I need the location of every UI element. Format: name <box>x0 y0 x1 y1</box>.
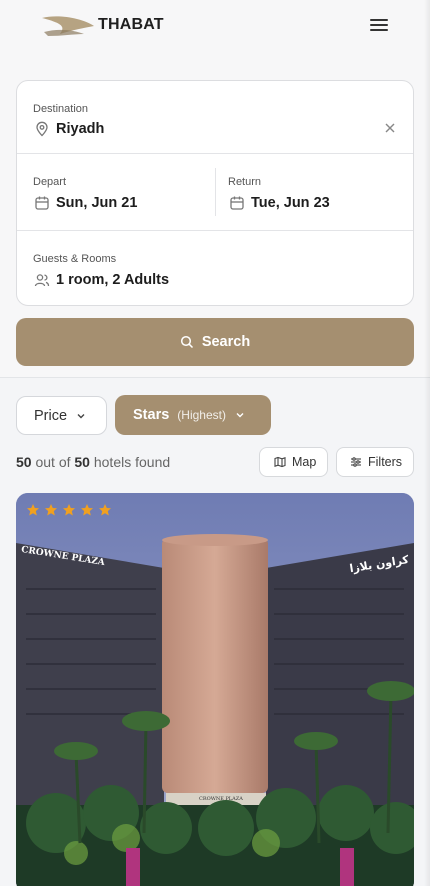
sort-stars-order: (Highest) <box>177 408 226 422</box>
hotel-entrance-sign: CROWNE PLAZA <box>199 796 243 802</box>
destination-label: Destination <box>33 103 89 115</box>
filters-button[interactable]: Filters <box>336 447 414 477</box>
menu-icon[interactable] <box>368 16 390 34</box>
results-out-of: out of <box>35 454 71 470</box>
filters-icon <box>351 457 361 467</box>
users-icon <box>34 274 50 287</box>
guests-field[interactable]: Guests & Rooms 1 room, 2 Adults <box>17 231 413 305</box>
results-suffix: hotels found <box>93 454 171 470</box>
star-icon <box>45 504 57 516</box>
search-form: Destination Riyadh Depart Sun, Jun 21 Re… <box>16 80 414 306</box>
brand-logo[interactable]: THABAT <box>40 12 164 38</box>
hotel-photo <box>16 493 414 886</box>
dates-row: Depart Sun, Jun 21 Return Tue, Jun 23 <box>17 154 413 231</box>
results-shown: 50 <box>16 454 32 470</box>
brand-name: THABAT <box>98 16 164 33</box>
map-button[interactable]: Map <box>259 447 328 477</box>
map-pin-icon <box>36 121 48 137</box>
map-icon <box>274 456 286 468</box>
brand-mark-icon <box>42 16 94 36</box>
guests-label: Guests & Rooms <box>33 253 117 265</box>
results-total: 50 <box>74 454 90 470</box>
guests-value: 1 room, 2 Adults <box>56 272 170 288</box>
return-label: Return <box>228 176 262 188</box>
guests-value-row: 1 room, 2 Adults <box>34 272 169 288</box>
hotel-card[interactable]: CROWNE PLAZA كراون بلازا CROWNE PLAZA <box>16 493 414 886</box>
destination-value: Riyadh <box>56 121 105 137</box>
calendar-icon <box>35 196 49 210</box>
calendar-icon <box>230 196 244 210</box>
sort-price-button[interactable]: Price <box>16 396 107 435</box>
depart-field[interactable]: Depart Sun, Jun 21 <box>17 154 215 231</box>
search-button-label: Search <box>201 334 251 350</box>
star-icon <box>99 504 111 516</box>
star-icon <box>27 504 39 516</box>
close-icon[interactable] <box>383 121 397 135</box>
chevron-down-icon <box>236 413 244 418</box>
search-button[interactable]: Search <box>16 318 414 366</box>
destination-field[interactable]: Destination Riyadh <box>17 81 413 154</box>
star-icon <box>63 504 75 516</box>
destination-value-row: Riyadh <box>34 121 104 137</box>
scroll-edge-shadow <box>424 0 430 886</box>
star-icon <box>81 504 93 516</box>
return-value: Tue, Jun 23 <box>251 195 330 211</box>
results-count: 50 out of 50 hotels found <box>16 454 170 470</box>
filters-button-label: Filters <box>368 455 403 469</box>
return-value-row: Tue, Jun 23 <box>229 195 330 211</box>
hotel-rating <box>26 503 112 517</box>
return-field[interactable]: Return Tue, Jun 23 <box>216 154 413 231</box>
sort-price-label: Price <box>34 407 68 424</box>
app-header: THABAT <box>0 0 430 60</box>
chevron-down-icon <box>77 413 85 418</box>
sort-stars-label: Stars <box>133 407 170 423</box>
sort-stars-button[interactable]: Stars (Highest) <box>115 395 271 435</box>
depart-value: Sun, Jun 21 <box>56 195 138 211</box>
map-button-label: Map <box>292 455 317 469</box>
depart-value-row: Sun, Jun 21 <box>34 195 137 211</box>
search-icon <box>180 335 193 349</box>
depart-label: Depart <box>33 176 67 188</box>
